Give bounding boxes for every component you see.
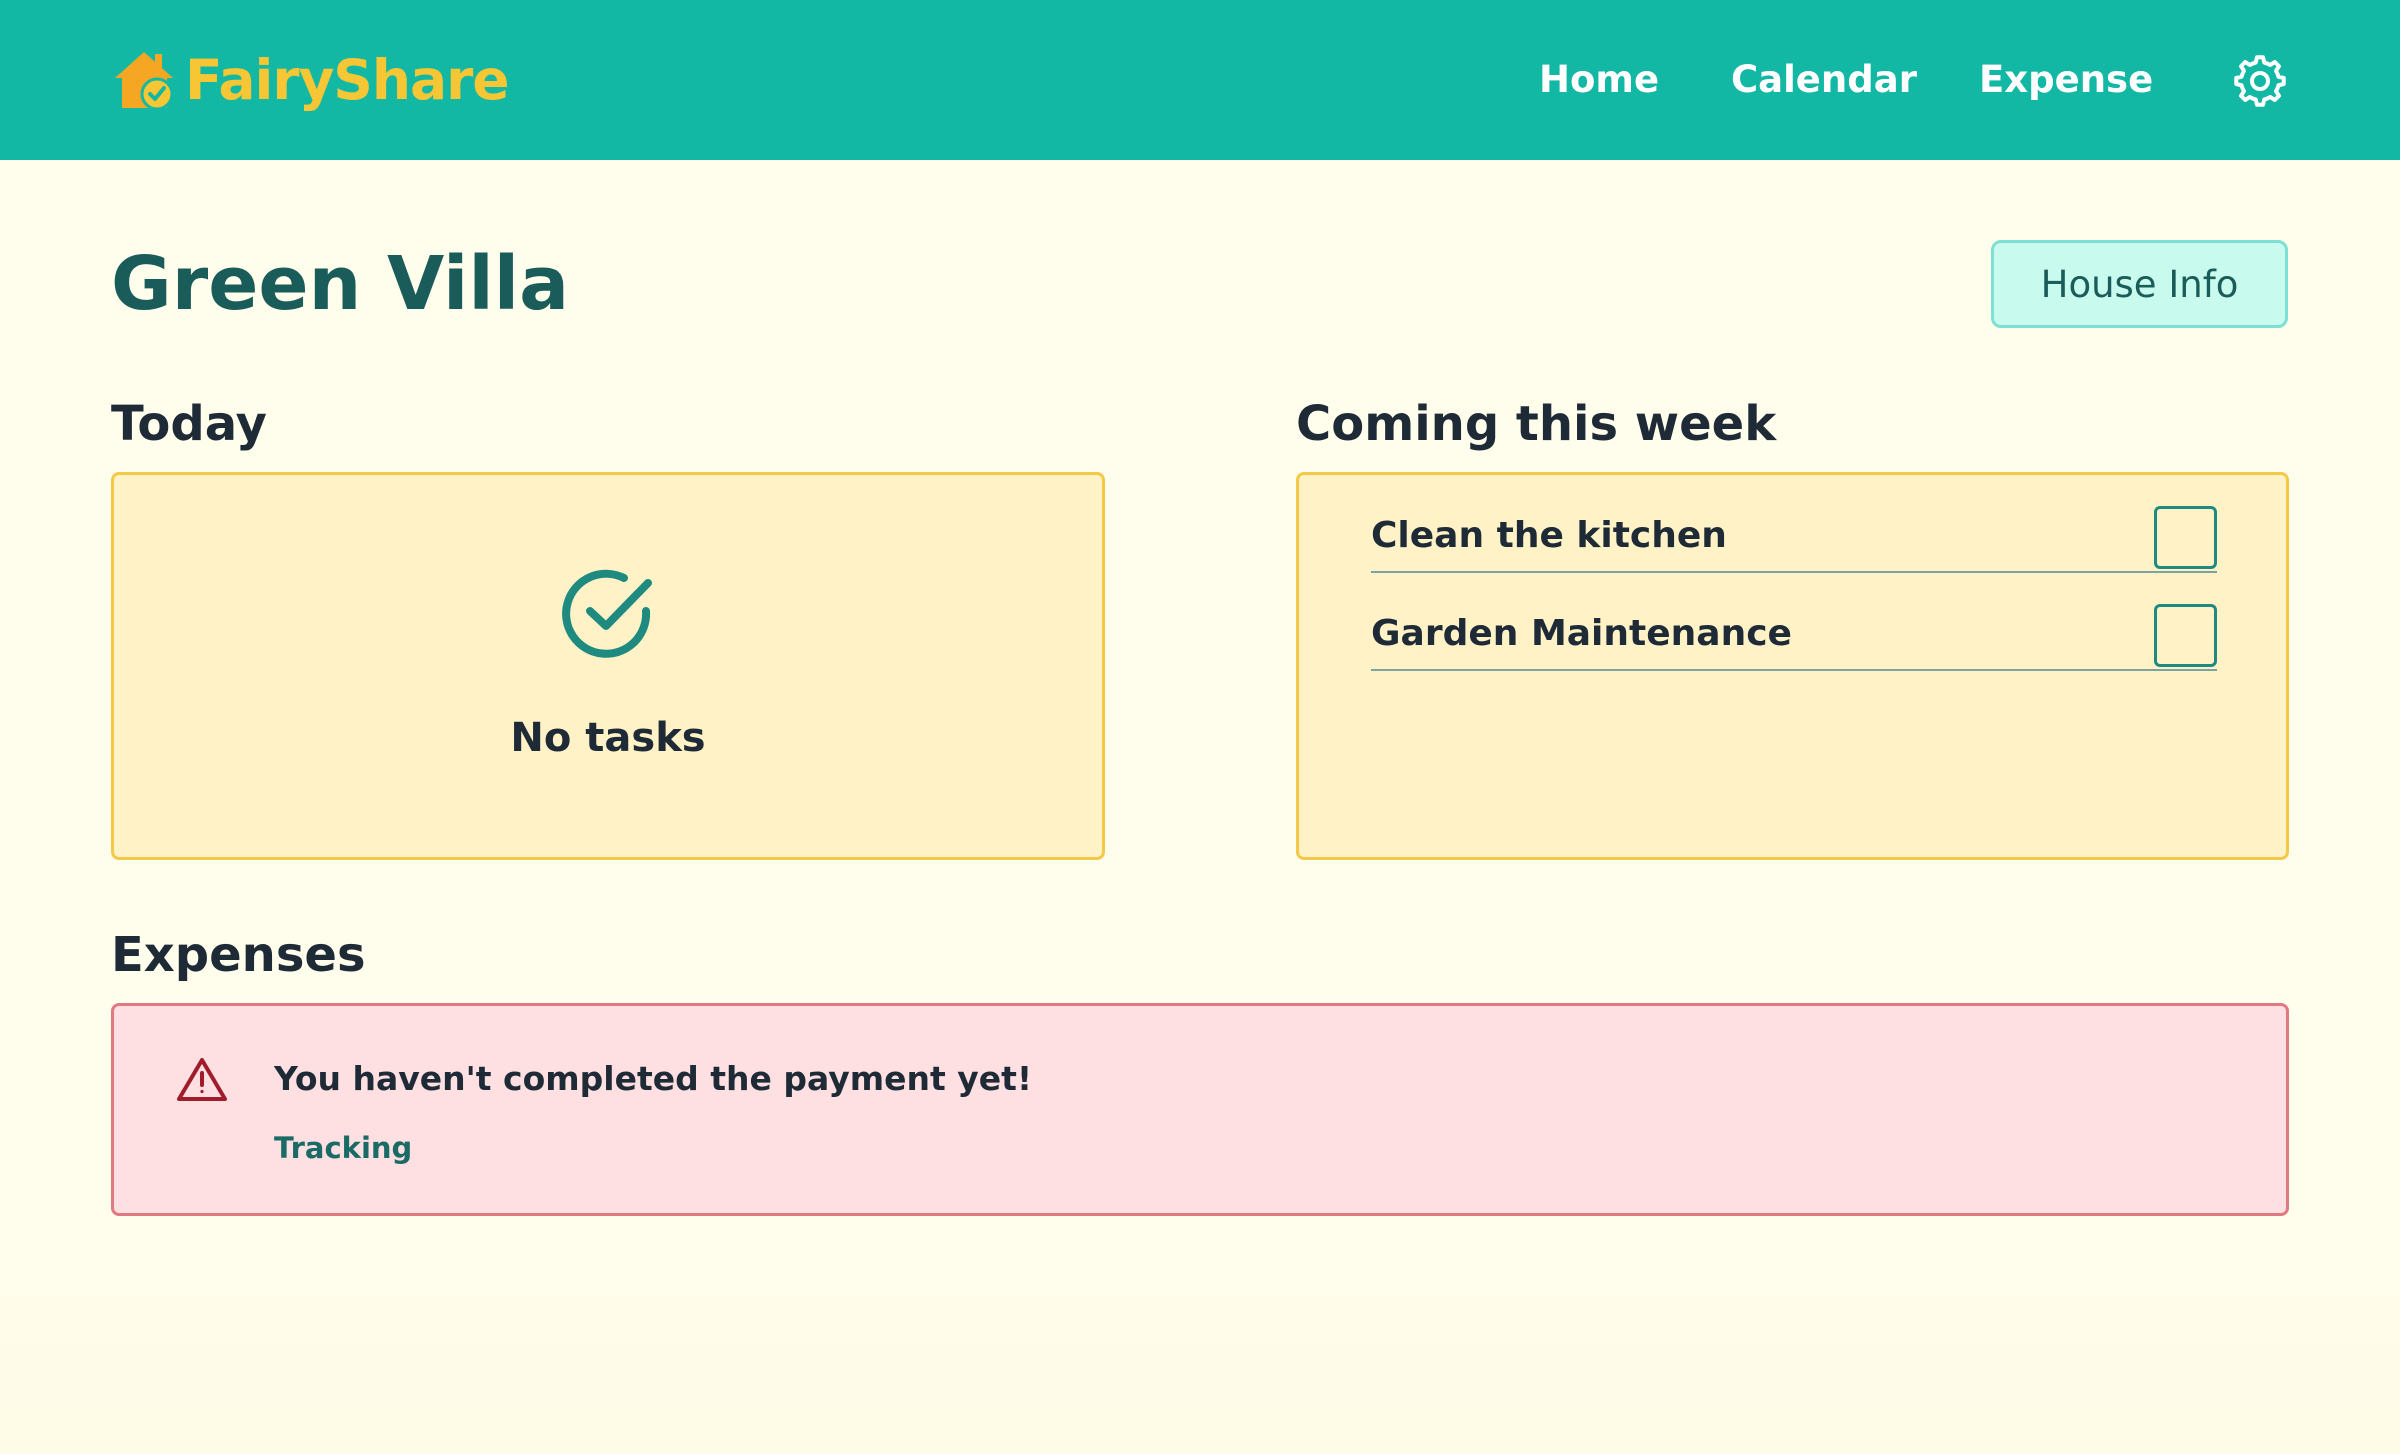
today-card: No tasks <box>111 472 1105 860</box>
house-check-icon <box>115 52 174 111</box>
task-checkbox[interactable] <box>2154 604 2217 667</box>
check-circle-icon <box>562 567 656 661</box>
gear-icon <box>2234 55 2286 107</box>
nav-home-link[interactable]: Home <box>1539 56 1659 104</box>
page-title: Green Villa <box>111 241 570 327</box>
week-heading: Coming this week <box>1296 396 1777 452</box>
top-navbar: FairyShare Home Calendar Expense <box>0 0 2400 160</box>
house-info-button[interactable]: House Info <box>1991 240 2288 328</box>
task-row: Garden Maintenance <box>1371 573 2217 671</box>
brand-name: FairyShare <box>185 47 510 112</box>
task-label: Clean the kitchen <box>1371 515 1727 556</box>
brand-logo[interactable]: FairyShare <box>111 46 510 114</box>
payment-alert: You haven't completed the payment yet! T… <box>111 1003 2289 1216</box>
nav-expense-link[interactable]: Expense <box>1979 56 2153 104</box>
nav-calendar-link[interactable]: Calendar <box>1731 56 1917 104</box>
no-tasks-text: No tasks <box>510 715 706 761</box>
warning-triangle-icon <box>176 1056 228 1102</box>
task-checkbox[interactable] <box>2154 506 2217 569</box>
tracking-link[interactable]: Tracking <box>274 1130 412 1166</box>
task-row: Clean the kitchen <box>1371 475 2217 573</box>
expenses-heading: Expenses <box>111 927 366 983</box>
settings-button[interactable] <box>2230 51 2290 111</box>
alert-message: You haven't completed the payment yet! <box>274 1059 1033 1098</box>
task-label: Garden Maintenance <box>1371 613 1792 654</box>
today-heading: Today <box>111 396 267 452</box>
week-card: Clean the kitchen Garden Maintenance <box>1296 472 2289 860</box>
